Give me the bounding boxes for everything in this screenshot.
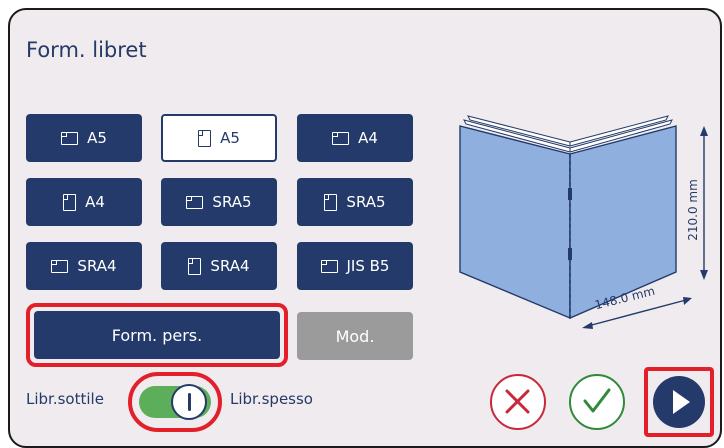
- booklet-format-panel: Form. libret A5 A5 A4 A4 SRA5 SRA5 SRA4 …: [8, 8, 722, 448]
- portrait-sheet-icon: [198, 129, 212, 147]
- format-sra4-landscape-button[interactable]: SRA4: [26, 242, 142, 290]
- portrait-sheet-icon: [188, 257, 202, 275]
- format-label: SRA4: [77, 257, 117, 275]
- confirm-button[interactable]: [569, 374, 625, 430]
- format-label: SRA5: [212, 193, 252, 211]
- height-label: 210.0 mm: [686, 179, 700, 241]
- landscape-sheet-icon: [320, 259, 338, 273]
- format-a4-portrait-button[interactable]: A4: [26, 178, 142, 226]
- format-label: A4: [85, 193, 105, 211]
- custom-format-highlight: Form. pers.: [26, 303, 288, 367]
- format-a5-landscape-button[interactable]: A5: [26, 114, 142, 162]
- booklet-preview: [459, 115, 708, 329]
- landscape-sheet-icon: [51, 259, 69, 273]
- booklet-thickness-toggle[interactable]: [139, 384, 211, 420]
- format-label: JIS B5: [346, 257, 390, 275]
- format-label: SRA4: [210, 257, 250, 275]
- height-dimension: 210.0 mm: [685, 130, 701, 290]
- format-a4-landscape-button[interactable]: A4: [297, 114, 413, 162]
- format-sra4-portrait-button[interactable]: SRA4: [161, 242, 277, 290]
- custom-format-button[interactable]: Form. pers.: [34, 311, 280, 359]
- format-label: SRA5: [346, 193, 386, 211]
- thick-booklet-label: Libr.spesso: [230, 390, 313, 408]
- play-icon: [673, 390, 690, 414]
- check-icon: [583, 388, 611, 413]
- start-button[interactable]: [653, 376, 705, 428]
- thin-booklet-label: Libr.sottile: [26, 390, 104, 408]
- format-sra5-portrait-button[interactable]: SRA5: [297, 178, 413, 226]
- portrait-sheet-icon: [63, 193, 77, 211]
- format-a5-portrait-button[interactable]: A5: [161, 114, 277, 162]
- start-button-highlight: [644, 367, 714, 437]
- landscape-sheet-icon: [332, 131, 350, 145]
- format-jis-b5-landscape-button[interactable]: JIS B5: [297, 242, 413, 290]
- format-label: A4: [358, 129, 378, 147]
- portrait-sheet-icon: [324, 193, 338, 211]
- landscape-sheet-icon: [61, 131, 79, 145]
- format-label: A5: [220, 129, 240, 147]
- format-sra5-landscape-button[interactable]: SRA5: [161, 178, 277, 226]
- toggle-knob: [171, 384, 207, 420]
- close-icon: [505, 389, 530, 414]
- landscape-sheet-icon: [186, 195, 204, 209]
- format-label: A5: [87, 129, 107, 147]
- cancel-button[interactable]: [490, 374, 546, 430]
- page-title: Form. libret: [26, 38, 147, 62]
- modify-button: Mod.: [297, 312, 413, 360]
- booklet-thickness-toggle-highlight: [128, 372, 222, 432]
